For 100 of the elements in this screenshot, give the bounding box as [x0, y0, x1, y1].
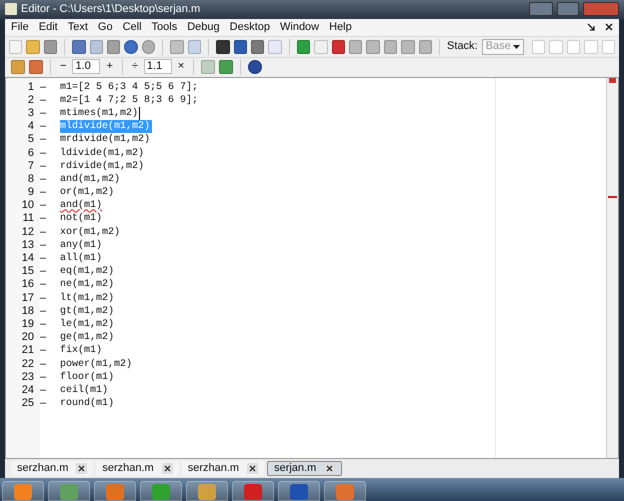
line-number: 15: [20, 265, 35, 278]
line-number: 20: [20, 331, 35, 344]
line-number: 18: [20, 304, 35, 318]
code-line: fix(m1): [60, 344, 104, 358]
taskbar-button[interactable]: [186, 481, 228, 501]
line-number: 16: [20, 278, 35, 292]
taskbar-button[interactable]: [324, 481, 366, 501]
increment-label[interactable]: +: [104, 58, 115, 75]
code-line: xor(m1,m2): [60, 226, 122, 239]
line-number: 6: [26, 146, 35, 160]
stack-label: Stack:: [447, 39, 478, 54]
menu-item[interactable]: Help: [329, 18, 352, 36]
line-marker: –: [40, 292, 48, 305]
line-number: 21: [20, 344, 35, 358]
line-number: 17: [20, 292, 35, 305]
menu-item[interactable]: Edit: [38, 18, 58, 36]
taskbar-button[interactable]: [2, 481, 44, 501]
taskbar-button[interactable]: [94, 481, 136, 501]
line-number: 19: [20, 318, 35, 332]
close-button[interactable]: [583, 2, 619, 16]
code-line: rdivide(m1,m2): [60, 160, 146, 173]
caret-icon: [512, 44, 520, 49]
line-marker: –: [40, 370, 48, 384]
code-line: ceil(m1): [60, 384, 110, 398]
line-number: 23: [20, 370, 35, 384]
line-marker: –: [40, 278, 48, 292]
line-number: 3: [26, 106, 35, 120]
line-marker: –: [40, 106, 48, 120]
line-marker: –: [40, 146, 48, 160]
line-marker: –: [40, 384, 48, 398]
line-number: 12: [20, 226, 35, 239]
error-indicator-icon: [609, 78, 616, 83]
line-number: 4: [26, 120, 35, 134]
multiply-value-field[interactable]: 1.1: [144, 59, 172, 74]
file-tab[interactable]: serzhan.m: [96, 460, 179, 476]
code-line: mrdivide(m1,m2): [60, 133, 152, 147]
code-line: ne(m1,m2): [60, 278, 116, 292]
menu-item[interactable]: Desktop: [230, 18, 270, 36]
maximize-button[interactable]: [557, 2, 579, 16]
line-marker: –: [40, 238, 48, 252]
line-marker: –: [40, 397, 48, 410]
code-line: ldivide(m1,m2): [60, 146, 146, 160]
code-line: any(m1): [60, 238, 104, 252]
line-number: 22: [20, 358, 35, 371]
code-line: all(m1): [60, 252, 104, 266]
minimize-button[interactable]: [529, 2, 553, 16]
close-icon[interactable]: [76, 462, 88, 474]
line-marker: –: [40, 120, 48, 134]
code-line: and(m1): [60, 199, 104, 212]
line-number: 8: [26, 172, 35, 186]
close-icon[interactable]: [247, 462, 258, 474]
line-marker: –: [40, 212, 48, 226]
taskbar-button[interactable]: [48, 481, 90, 501]
menu-item[interactable]: Go: [98, 18, 113, 36]
code-line: and(m1,m2): [60, 172, 122, 186]
code-line: not(m1): [60, 212, 104, 226]
line-number: 10: [20, 199, 35, 212]
taskbar-button[interactable]: [140, 481, 182, 501]
line-marker: –: [40, 199, 48, 212]
line-number: 1: [26, 80, 35, 94]
menu-item[interactable]: Tools: [152, 18, 178, 36]
undock-icon[interactable]: [587, 23, 595, 32]
line-number: 24: [20, 384, 35, 398]
menu-item[interactable]: File: [11, 18, 29, 36]
line-marker: –: [40, 252, 48, 266]
divide-label[interactable]: ÷: [130, 58, 140, 75]
decrement-label[interactable]: −: [58, 58, 68, 75]
line-marker: –: [40, 344, 48, 358]
line-number: 11: [22, 212, 35, 226]
file-tab[interactable]: serzhan.m: [11, 460, 94, 476]
code-line: m2=[1 4 7;2 5 8;3 6 9];: [60, 94, 200, 107]
menu-item[interactable]: Debug: [187, 18, 220, 36]
code-line: floor(m1): [60, 370, 116, 384]
file-tab[interactable]: serjan.m: [267, 460, 342, 476]
code-line: or(m1,m2): [60, 186, 116, 200]
taskbar-button[interactable]: [232, 481, 274, 501]
close-icon[interactable]: [162, 462, 173, 474]
close-icon[interactable]: [605, 23, 613, 32]
code-line: m1=[2 5 6;3 4 5;5 6 7];: [60, 80, 200, 94]
menu-item[interactable]: Window: [280, 18, 320, 36]
file-tab[interactable]: serzhan.m: [182, 460, 264, 476]
menu-item[interactable]: Text: [68, 18, 88, 36]
line-marker: –: [40, 133, 48, 146]
line-marker: –: [40, 186, 48, 200]
line-marker: –: [40, 160, 48, 173]
line-marker: –: [40, 265, 48, 278]
warning-marker-icon: [608, 196, 617, 198]
line-number: 5: [26, 133, 35, 146]
line-marker: –: [40, 331, 48, 344]
increment-value-field[interactable]: 1.0: [72, 59, 100, 74]
taskbar-button[interactable]: [278, 481, 320, 501]
line-marker: –: [40, 172, 48, 186]
code-line: power(m1,m2): [60, 358, 134, 371]
multiply-label[interactable]: ×: [176, 58, 186, 75]
close-icon[interactable]: [324, 462, 336, 474]
menu-item[interactable]: Cell: [122, 18, 142, 36]
code-line: ge(m1,m2): [60, 331, 116, 344]
line-marker: –: [40, 94, 48, 107]
code-line: lt(m1,m2): [60, 292, 116, 305]
line-marker: –: [40, 318, 48, 332]
